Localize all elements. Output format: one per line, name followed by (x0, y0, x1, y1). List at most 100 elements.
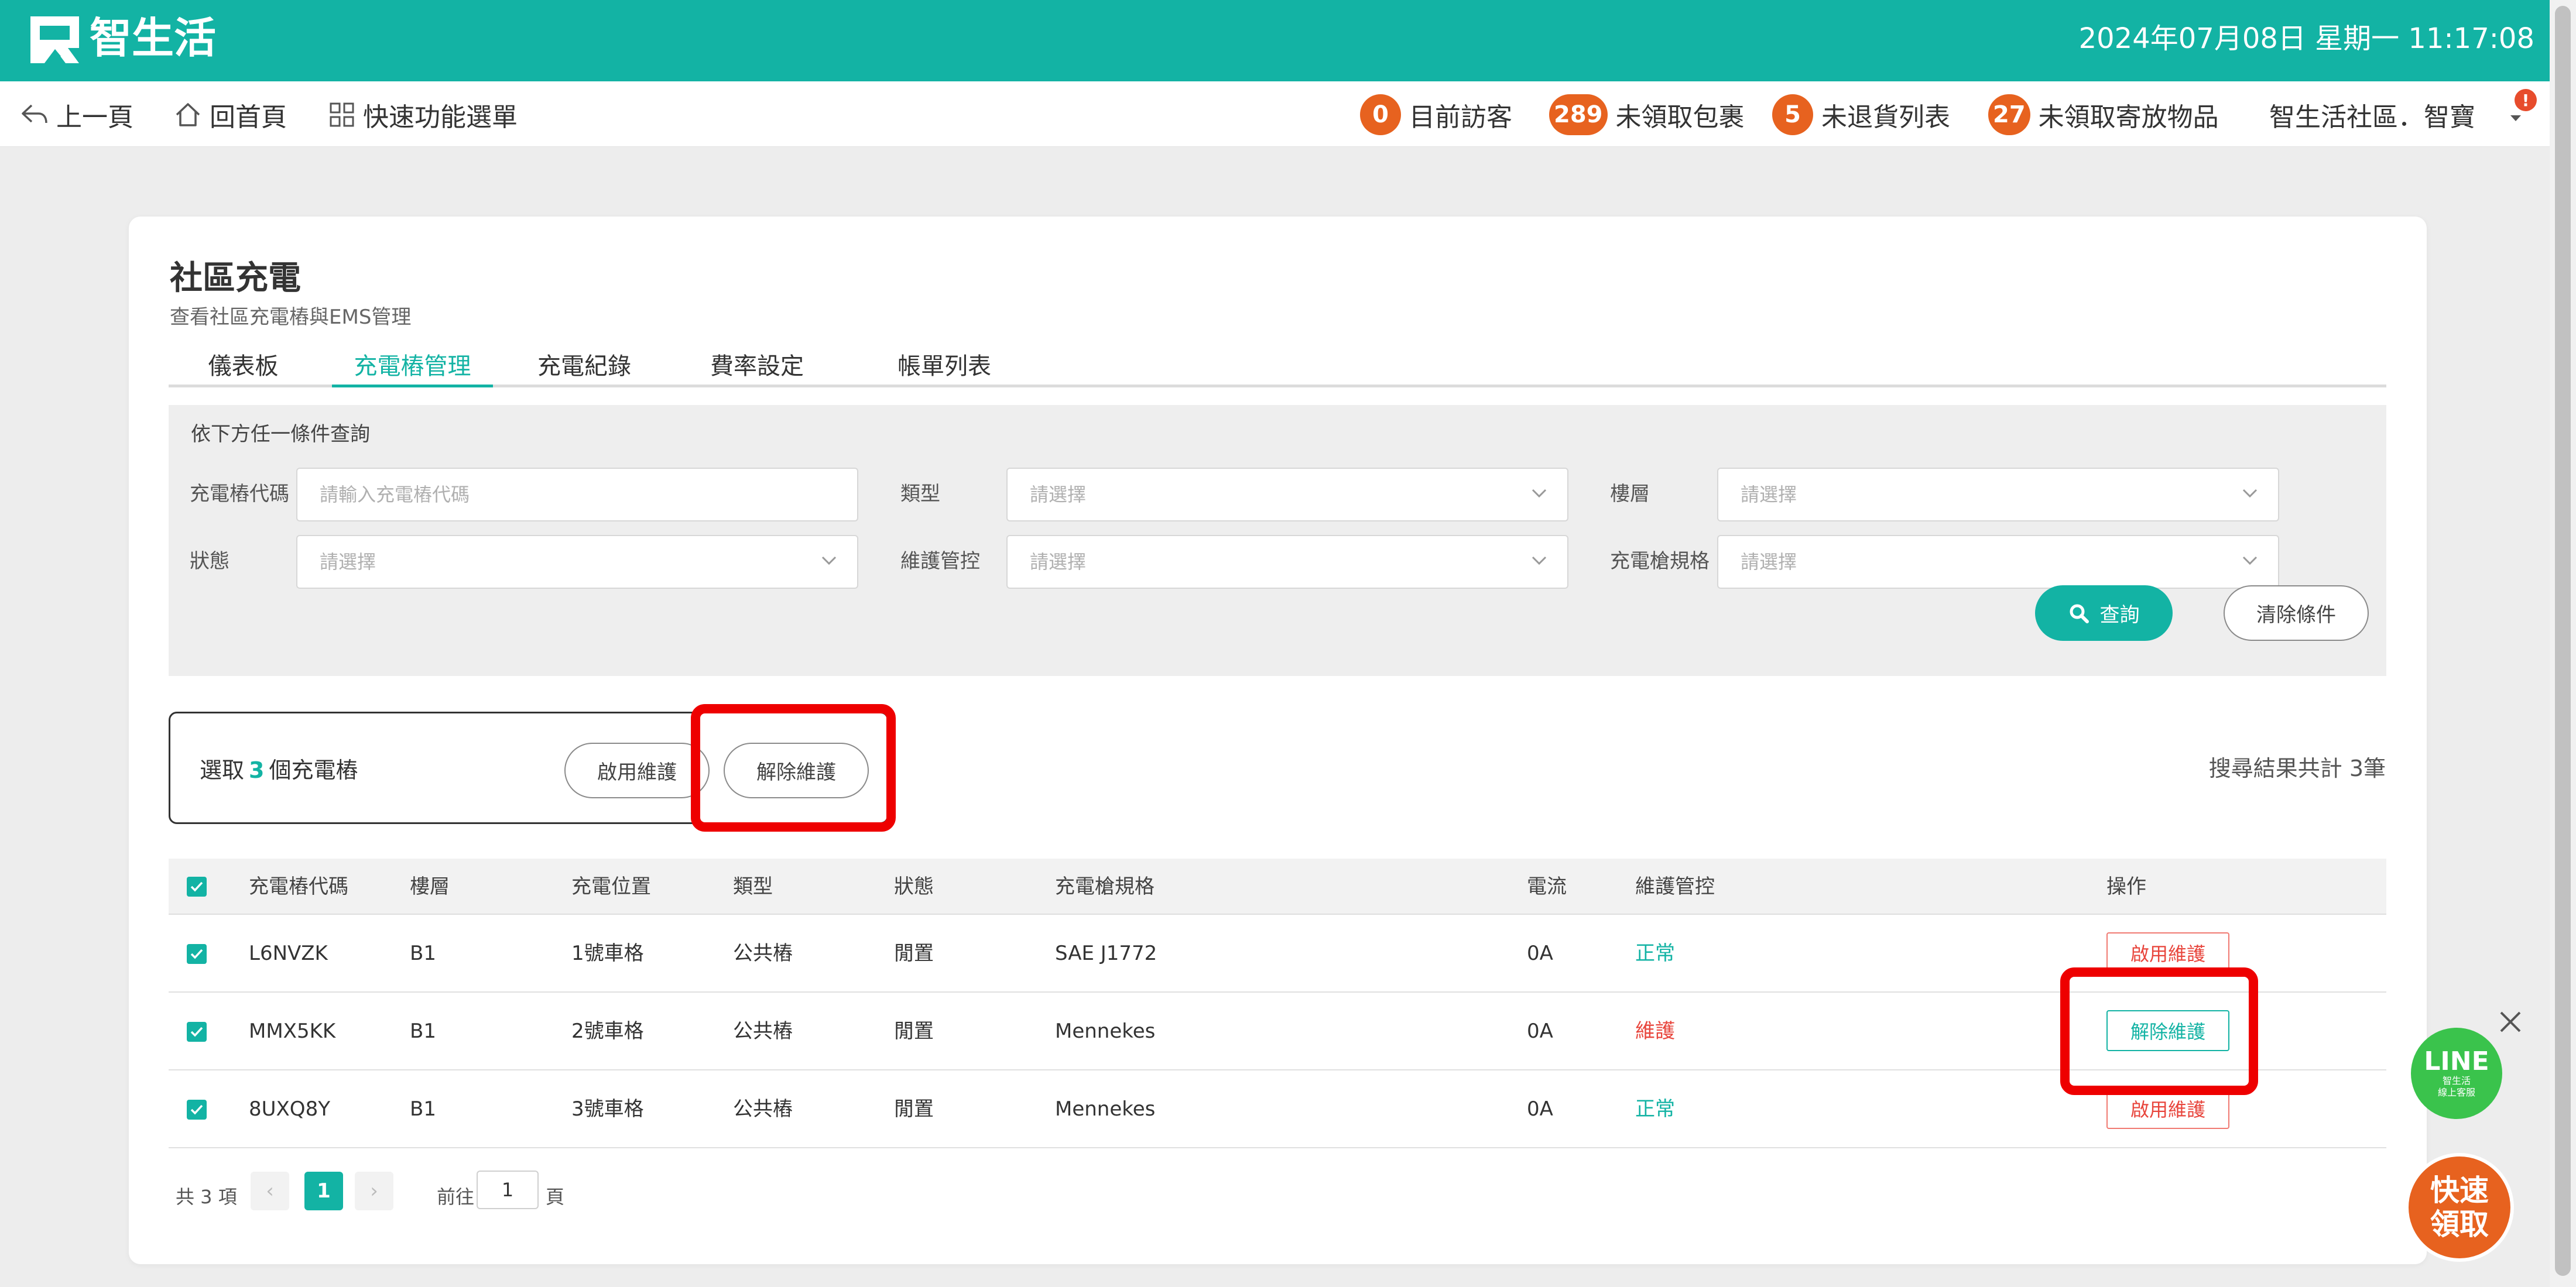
check-icon (190, 949, 203, 959)
cell-type: 公共樁 (733, 942, 793, 965)
field-label-type: 類型 (900, 482, 940, 506)
cell-position: 2號車格 (571, 1020, 644, 1043)
tab-bar: 儀表板 充電樁管理 充電紀錄 費率設定 帳單列表 (169, 351, 2386, 387)
row-checkbox[interactable] (187, 944, 207, 964)
header-floor: 樓層 (410, 875, 450, 898)
top-bar: 智生活 2024年07月08日 星期一 11:17:08 (0, 0, 2550, 81)
grid-icon (330, 102, 354, 127)
back-label: 上一頁 (56, 102, 133, 132)
home-label: 回首頁 (210, 102, 287, 132)
table-row[interactable]: MMX5KK B1 2號車格 公共樁 閒置 Mennekes 0A 維護 解除維… (169, 993, 2386, 1070)
line-sub-label-2: 線上客服 (2437, 1087, 2475, 1098)
content-card: 社區充電 查看社區充電樁與EMS管理 儀表板 充電樁管理 充電紀錄 費率設定 帳… (129, 217, 2427, 1264)
field-label-status: 狀態 (190, 550, 229, 573)
gun-spec-select[interactable]: 請選擇 (1717, 535, 2279, 589)
clear-filters-button[interactable]: 清除條件 (2224, 585, 2369, 641)
cell-code: MMX5KK (249, 1020, 336, 1043)
quick-pickup-line1: 快速 (2430, 1173, 2489, 1207)
alert-badge[interactable]: ! (2515, 89, 2537, 111)
select-all-checkbox[interactable] (187, 877, 207, 897)
stat-unclaimed-packages[interactable]: 289 未領取包裹 (1549, 94, 1745, 135)
line-label: LINE (2424, 1046, 2489, 1076)
count-badge: 0 (1360, 94, 1401, 135)
stat-returns[interactable]: 5 未退貨列表 (1772, 94, 1950, 135)
tab-bill-list[interactable]: 帳單列表 (874, 351, 1015, 387)
cell-position: 1號車格 (571, 942, 644, 965)
header-action: 操作 (2106, 875, 2146, 898)
page-number-button[interactable]: 1 (304, 1172, 343, 1210)
floor-select[interactable]: 請選擇 (1717, 468, 2279, 521)
chevron-down-icon (821, 556, 837, 565)
tab-dashboard[interactable]: 儀表板 (169, 351, 318, 387)
cell-status: 閒置 (894, 1097, 934, 1121)
selection-summary: 選取 3 個充電樁 (200, 752, 358, 784)
cell-maintenance: 正常 (1635, 942, 1675, 965)
type-select[interactable]: 請選擇 (1006, 468, 1568, 521)
scrollbar[interactable] (2550, 0, 2576, 1287)
selection-count: 3 (249, 757, 265, 783)
charger-code-input[interactable]: 請輸入充電樁代碼 (296, 468, 858, 521)
goto-prefix: 前往 (437, 1186, 475, 1208)
header-code: 充電樁代碼 (249, 875, 348, 898)
maintenance-select[interactable]: 請選擇 (1006, 535, 1568, 589)
stat-stored-items[interactable]: 27 未領取寄放物品 (1988, 94, 2219, 135)
cell-type: 公共樁 (733, 1020, 793, 1043)
page-subtitle: 查看社區充電樁與EMS管理 (170, 306, 412, 329)
cell-current: 0A (1527, 942, 1553, 965)
line-support-button[interactable]: LINE 智生活 線上客服 (2411, 1028, 2502, 1119)
prev-page-button[interactable]: ‹ (251, 1172, 289, 1210)
goto-page-input[interactable]: 1 (477, 1171, 539, 1209)
chevron-down-icon (2242, 556, 2258, 565)
gun-spec-select-placeholder: 請選擇 (1741, 551, 1797, 573)
filter-title: 依下方任一條件查詢 (191, 423, 370, 446)
chevron-down-icon (1532, 489, 1547, 498)
cell-spec: Mennekes (1055, 1097, 1156, 1121)
community-selector[interactable]: 智生活社區．智寶 (2269, 95, 2475, 134)
field-label-code: 充電樁代碼 (190, 482, 289, 506)
table-header: 充電樁代碼 樓層 充電位置 類型 狀態 充電槍規格 電流 維護管控 操作 (169, 859, 2386, 915)
maintenance-select-placeholder: 請選擇 (1030, 551, 1087, 573)
row-checkbox[interactable] (187, 1100, 207, 1120)
quick-pickup-button[interactable]: 快速 領取 (2405, 1153, 2514, 1262)
status-select[interactable]: 請選擇 (296, 535, 858, 589)
back-link[interactable]: 上一頁 (21, 97, 133, 132)
type-select-placeholder: 請選擇 (1030, 483, 1087, 506)
tab-rate-settings[interactable]: 費率設定 (687, 351, 827, 387)
row-checkbox[interactable] (187, 1022, 207, 1042)
cell-floor: B1 (410, 942, 436, 965)
goto-suffix: 頁 (546, 1186, 565, 1208)
stat-visitors[interactable]: 0 目前訪客 (1360, 94, 1512, 135)
tab-charger-management[interactable]: 充電樁管理 (332, 351, 493, 387)
stat-label: 未領取包裹 (1615, 102, 1745, 132)
chevron-down-icon (1532, 556, 1547, 565)
brand-name: 智生活 (90, 13, 217, 63)
close-icon[interactable] (2496, 1008, 2524, 1036)
header-type: 類型 (733, 875, 773, 898)
query-button[interactable]: 查詢 (2035, 585, 2173, 641)
scrollbar-thumb[interactable] (2555, 6, 2571, 1276)
stat-label: 目前訪客 (1409, 102, 1512, 132)
field-label-gun-spec: 充電槍規格 (1610, 550, 1710, 573)
quick-menu-label: 快速功能選單 (363, 102, 518, 132)
check-icon (190, 1027, 203, 1037)
quick-menu-link[interactable]: 快速功能選單 (329, 97, 518, 132)
result-count: 搜尋結果共計 3筆 (2208, 756, 2386, 781)
cell-status: 閒置 (894, 942, 934, 965)
cell-status: 閒置 (894, 1020, 934, 1043)
count-badge: 27 (1988, 94, 2030, 135)
tab-charging-records[interactable]: 充電紀錄 (514, 351, 655, 387)
logo-icon (30, 16, 79, 63)
bulk-enable-maintenance-button[interactable]: 啟用維護 (564, 743, 710, 798)
table-row[interactable]: 8UXQ8Y B1 3號車格 公共樁 閒置 Mennekes 0A 正常 啟用維… (169, 1070, 2386, 1148)
datetime: 2024年07月08日 星期一 11:17:08 (2078, 22, 2534, 55)
header-current: 電流 (1527, 875, 1567, 898)
cell-maintenance: 維護 (1635, 1020, 1675, 1043)
table-row[interactable]: L6NVZK B1 1號車格 公共樁 閒置 SAE J1772 0A 正常 啟用… (169, 915, 2386, 993)
next-page-button[interactable]: › (355, 1172, 393, 1210)
cell-floor: B1 (410, 1020, 436, 1043)
field-label-maintenance: 維護管控 (900, 550, 980, 573)
search-icon (2070, 604, 2089, 623)
chevron-down-icon (2242, 489, 2258, 498)
home-link[interactable]: 回首頁 (174, 97, 287, 132)
caret-down-icon[interactable] (2509, 114, 2522, 122)
